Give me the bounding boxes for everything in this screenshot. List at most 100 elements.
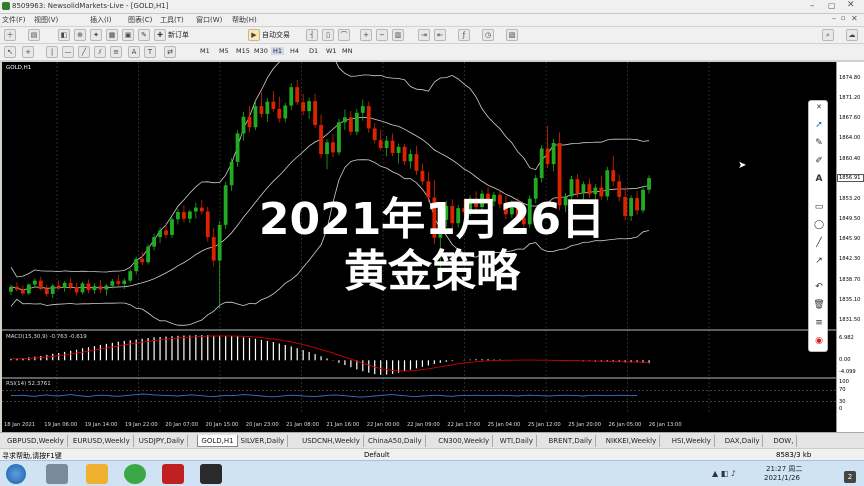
timeframe-m5[interactable]: M5 — [219, 47, 229, 55]
menu-insert[interactable]: 插入(I) — [90, 15, 112, 25]
vertical-line-icon[interactable]: | — [46, 46, 58, 58]
timeframe-h4[interactable]: H4 — [290, 47, 299, 55]
menu-chart[interactable]: 图表(C) — [128, 15, 152, 25]
taskbar-app-3[interactable] — [124, 464, 146, 484]
notification-badge[interactable]: 2 — [844, 471, 856, 483]
chart-tab[interactable]: ChinaA50,Daily — [365, 435, 426, 447]
timeframe-m1[interactable]: M1 — [200, 47, 210, 55]
pen-icon[interactable]: ✐ — [813, 155, 825, 167]
timeframe-mn[interactable]: MN — [342, 47, 352, 55]
chart-window[interactable]: GOLD,H1 MACD(15,30,9) -0.763 -0.619 RSI(… — [2, 62, 836, 432]
periods-icon[interactable]: ◷ — [482, 29, 494, 41]
menu-icon[interactable]: ≡ — [813, 317, 825, 329]
arrow-icon[interactable]: ↗ — [813, 255, 825, 267]
line-icon[interactable]: ╱ — [813, 237, 825, 249]
autoscroll-icon[interactable]: ⇤ — [434, 29, 446, 41]
candle-body — [575, 179, 580, 194]
trash-icon[interactable]: 🗑 — [813, 299, 825, 311]
candle-body — [289, 87, 294, 106]
line-chart-icon[interactable]: ⌒ — [338, 29, 350, 41]
chart-tab-active[interactable]: GOLD,H1 — [197, 435, 238, 447]
timeframe-m30[interactable]: M30 — [254, 47, 268, 55]
child-close-button[interactable]: ✕ — [851, 14, 858, 23]
new-chart-icon[interactable]: ＋ — [4, 29, 16, 41]
child-minimize-button[interactable]: – — [832, 14, 836, 23]
chart-tab[interactable]: USDJPY,Daily — [136, 435, 189, 447]
chart-tab[interactable]: NIKKEI,Weekly — [603, 435, 661, 447]
close-button[interactable]: ✕ — [847, 0, 855, 10]
profiles-icon[interactable]: ▤ — [28, 29, 40, 41]
zoom-out-icon[interactable]: − — [376, 29, 388, 41]
market-watch-icon[interactable]: ◧ — [58, 29, 70, 41]
price-scale[interactable]: 1874.80 1871.20 1867.60 1864.00 1860.40 1853.… — [836, 62, 864, 432]
chart-tab[interactable]: WTI,Daily — [497, 435, 537, 447]
candlestick-icon[interactable]: ▯ — [322, 29, 334, 41]
chart-tab[interactable]: DOW, — [770, 435, 798, 447]
templates-icon[interactable]: ▧ — [506, 29, 518, 41]
menu-file[interactable]: 文件(F) — [2, 15, 26, 25]
ellipse-icon[interactable]: ◯ — [813, 219, 825, 231]
new-order-button[interactable]: 新订单 — [168, 30, 189, 40]
time-axis-label: 22 Jan 00:00 — [366, 422, 400, 428]
zoom-in-icon[interactable]: + — [360, 29, 372, 41]
timeframe-d1[interactable]: D1 — [309, 47, 318, 55]
cursor-icon[interactable]: ↖ — [4, 46, 16, 58]
trendline-icon[interactable]: ╱ — [78, 46, 90, 58]
timeframe-m15[interactable]: M15 — [236, 47, 250, 55]
crosshair-icon[interactable]: + — [22, 46, 34, 58]
chart-tab[interactable]: BRENT,Daily — [546, 435, 597, 447]
clock-date[interactable]: 2021/1/26 — [764, 474, 800, 482]
chart-tab[interactable]: HSI,Weekly — [669, 435, 715, 447]
chart-tab[interactable]: EURUSD,Weekly — [70, 435, 134, 447]
editor-icon[interactable]: ✎ — [138, 29, 150, 41]
clock-time[interactable]: 21:27 周二 — [766, 464, 802, 474]
chart-tab[interactable]: DAX,Daily — [722, 435, 764, 447]
new-order-icon[interactable]: ✚ — [154, 29, 166, 41]
menu-window[interactable]: 窗口(W) — [196, 15, 222, 25]
rectangle-icon[interactable]: ▭ — [813, 201, 825, 213]
fibonacci-icon[interactable]: ≡ — [110, 46, 122, 58]
taskbar-app-5[interactable] — [200, 464, 222, 484]
arrows-icon[interactable]: ⇄ — [164, 46, 176, 58]
minimize-button[interactable]: – — [810, 1, 815, 11]
chart-tab[interactable]: SILVER,Daily — [238, 435, 289, 447]
chart-shift-icon[interactable]: ⇥ — [418, 29, 430, 41]
search-icon[interactable]: ⌕ — [822, 29, 834, 41]
text-label-icon[interactable]: T — [144, 46, 156, 58]
data-window-icon[interactable]: ⊕ — [74, 29, 86, 41]
time-axis-label: 26 Jan 05:00 — [608, 422, 642, 428]
chart-tab[interactable]: GBPUSD,Weekly — [4, 435, 68, 447]
community-icon[interactable]: ☁ — [846, 29, 858, 41]
text-tool-icon[interactable]: A — [128, 46, 140, 58]
chart-tab[interactable]: CN300,Weekly — [435, 435, 494, 447]
tray-icons[interactable]: ▲ ◧ ♪ — [712, 469, 736, 478]
equidistant-channel-icon[interactable]: ⫽ — [94, 46, 106, 58]
taskbar-app-1[interactable] — [46, 464, 68, 484]
bar-chart-icon[interactable]: ┤ — [306, 29, 318, 41]
record-icon[interactable]: ◉ — [813, 335, 825, 347]
start-button[interactable] — [6, 464, 26, 484]
menu-help[interactable]: 帮助(H) — [232, 15, 257, 25]
timeframe-h1[interactable]: H1 — [271, 47, 285, 55]
undo-icon[interactable]: ↶ — [813, 281, 825, 293]
timeframe-w1[interactable]: W1 — [326, 47, 337, 55]
taskbar-app-4[interactable] — [162, 464, 184, 484]
menu-tools[interactable]: 工具(T) — [160, 15, 184, 25]
brush-icon[interactable]: ✎ — [813, 137, 825, 149]
auto-trading-icon[interactable]: ▶ — [248, 29, 260, 41]
terminal-icon[interactable]: ▦ — [106, 29, 118, 41]
auto-trading-button[interactable]: 自动交易 — [262, 30, 290, 40]
pointer-icon[interactable]: ➚ — [813, 119, 825, 131]
maximize-button[interactable]: ▢ — [828, 1, 836, 10]
horizontal-line-icon[interactable]: — — [62, 46, 74, 58]
tile-windows-icon[interactable]: ▥ — [392, 29, 404, 41]
chart-tab[interactable]: USDCNH,Weekly — [299, 435, 364, 447]
menu-view[interactable]: 视图(V) — [34, 15, 58, 25]
close-icon[interactable]: ✕ — [813, 101, 825, 113]
indicators-icon[interactable]: ƒ — [458, 29, 470, 41]
taskbar-app-2[interactable] — [86, 464, 108, 484]
text-icon[interactable]: A — [813, 173, 825, 185]
navigator-icon[interactable]: ✦ — [90, 29, 102, 41]
strategy-tester-icon[interactable]: ▣ — [122, 29, 134, 41]
child-restore-button[interactable]: ▫ — [841, 14, 846, 22]
